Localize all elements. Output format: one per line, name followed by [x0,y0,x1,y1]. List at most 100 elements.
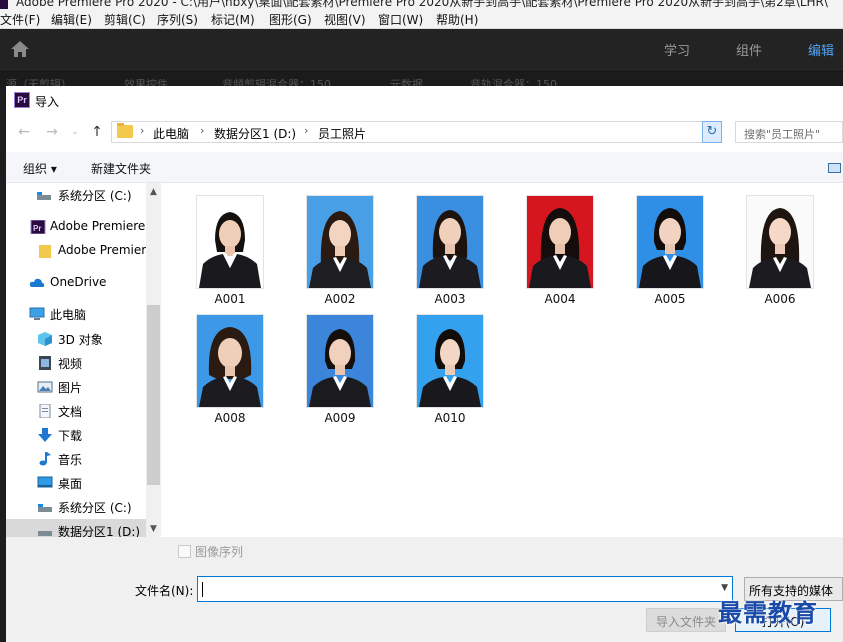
breadcrumb-staff-photos[interactable]: 员工照片 [318,125,366,142]
file-item-a009[interactable]: A009 [295,307,385,425]
sidebar-item-documents[interactable]: 文档 [6,399,146,423]
menu-view[interactable]: 视图(V) [324,11,366,28]
filename-label: 文件名(N): [135,584,194,598]
panel-tab-source[interactable]: 源（无剪辑） [6,76,72,86]
menu-edit[interactable]: 编辑(E) [51,11,92,28]
photo-thumbnail [527,196,593,288]
panel-tab-audio-clip-mixer[interactable]: 音频剪辑混合器：150 [222,76,331,86]
photo-thumbnail [307,196,373,288]
file-item-a006[interactable]: A006 [735,188,825,306]
sidebar-item-system-drive-2[interactable]: 系统分区 (C:) [6,495,146,519]
file-name: A003 [434,292,466,306]
sidebar-item-system-drive[interactable]: 系统分区 (C:) [6,183,146,207]
sidebar-item-label: Adobe Premiere [50,219,146,233]
back-arrow-icon[interactable]: ← [16,124,32,140]
premiere-app-icon [0,0,8,9]
breadcrumb-data-drive[interactable]: 数据分区1 (D:) [214,125,296,142]
download-icon [38,428,52,442]
drive-icon [38,531,52,536]
organize-button[interactable]: 组织 ▾ [23,160,57,177]
file-name: A004 [544,292,576,306]
view-options-icon[interactable] [828,163,841,173]
home-icon[interactable] [10,40,30,58]
desktop-icon [37,476,53,488]
file-list: A001 A002 A003 A004 A005 A006 A008 A009 … [161,183,843,537]
address-bar[interactable]: › 此电脑 › 数据分区1 (D:) › 员工照片 ▼ [111,121,722,143]
menu-marker[interactable]: 标记(M) [211,11,255,28]
refresh-icon[interactable]: ↻ [702,121,722,143]
workspace-tab-assembly[interactable]: 组件 [736,40,762,59]
chevron-right-icon[interactable]: › [304,124,308,137]
new-folder-button[interactable]: 新建文件夹 [91,160,151,177]
import-folder-button[interactable]: 导入文件夹 [646,608,726,632]
computer-icon [29,307,45,320]
scroll-up-icon[interactable]: ▲ [146,185,161,199]
chevron-right-icon[interactable]: › [200,124,204,137]
file-item-a002[interactable]: A002 [295,188,385,306]
sidebar-scrollbar[interactable]: ▲ ▼ [146,183,161,537]
workspace-tab-learn[interactable]: 学习 [664,40,690,59]
portrait-photo [307,196,373,288]
sidebar-item-3d-objects[interactable]: 3D 对象 [6,327,146,351]
svg-text:Pr: Pr [33,224,41,233]
app-title-text: Adobe Premiere Pro 2020 - C:\用户\hbxy\桌面\… [16,0,828,9]
dialog-title: 导入 [35,95,60,109]
sidebar-item-adobe-premiere-folder[interactable]: Adobe Premier [6,239,146,263]
sidebar-item-this-pc[interactable]: 此电脑 [6,302,146,326]
menu-window[interactable]: 窗口(W) [378,11,423,28]
file-item-a003[interactable]: A003 [405,188,495,306]
sidebar-item-label: 文档 [58,405,83,419]
drive-icon [38,504,52,512]
file-name: A010 [434,411,466,425]
sidebar-item-videos[interactable]: 视频 [6,351,146,375]
filename-input[interactable] [202,580,702,598]
file-name: A001 [214,292,246,306]
file-item-a010[interactable]: A010 [405,307,495,425]
sidebar-item-label: OneDrive [50,275,107,289]
search-box[interactable]: 搜索"员工照片" [735,121,843,143]
file-item-a005[interactable]: A005 [625,188,715,306]
scrollbar-thumb[interactable] [147,305,160,485]
up-arrow-icon[interactable]: ↑ [89,124,105,140]
menu-file[interactable]: 文件(F) [0,11,40,28]
sidebar-item-music[interactable]: 音乐 [6,447,146,471]
image-sequence-checkbox[interactable] [178,545,191,558]
recent-locations-chevron-icon[interactable]: ⌄ [67,124,83,140]
file-item-a004[interactable]: A004 [515,188,605,306]
portrait-photo [527,196,593,288]
menu-sequence[interactable]: 序列(S) [157,11,198,28]
menu-help[interactable]: 帮助(H) [436,11,478,28]
menu-clip[interactable]: 剪辑(C) [104,11,146,28]
forward-arrow-icon[interactable]: → [44,124,60,140]
chevron-down-icon[interactable]: ▼ [721,583,728,593]
workspace-tab-editing[interactable]: 编辑 [808,40,834,59]
chevron-right-icon[interactable]: › [140,124,144,137]
file-name: A006 [764,292,796,306]
portrait-photo [637,196,703,288]
panel-tab-metadata[interactable]: 元数据 [390,76,423,86]
breadcrumb-this-pc[interactable]: 此电脑 [153,125,189,142]
scroll-down-icon[interactable]: ▼ [146,522,161,536]
sidebar-item-downloads[interactable]: 下载 [6,423,146,447]
image-sequence-label: 图像序列 [195,545,244,559]
sidebar-item-label: 下载 [58,429,83,443]
folder-icon [117,123,133,138]
sidebar-item-pictures[interactable]: 图片 [6,375,146,399]
panel-tab-effect-controls[interactable]: 效果控件 [124,76,168,86]
sidebar-item-data-drive[interactable]: 数据分区1 (D:) [6,519,146,537]
file-item-a001[interactable]: A001 [185,188,275,306]
sidebar-item-label: 系统分区 (C:) [58,501,132,515]
panel-tab-audio-track-mixer[interactable]: 音轨混合器：150 [470,76,557,86]
sidebar-item-desktop[interactable]: 桌面 [6,471,146,495]
portrait-photo [417,315,483,407]
file-item-a008[interactable]: A008 [185,307,275,425]
menu-graphics[interactable]: 图形(G) [269,11,312,28]
sidebar-item-onedrive[interactable]: OneDrive [6,271,146,295]
dialog-toolbar: 组织 ▾ 新建文件夹 [6,152,843,183]
sidebar-item-label: 3D 对象 [58,333,103,347]
text-caret [202,582,203,597]
sidebar-item-label: 视频 [58,357,83,371]
filename-field[interactable]: ▼ [197,576,733,602]
dialog-title-bar: Pr 导入 [6,86,843,116]
sidebar-item-adobe-premiere[interactable]: Pr Adobe Premiere [6,215,146,239]
